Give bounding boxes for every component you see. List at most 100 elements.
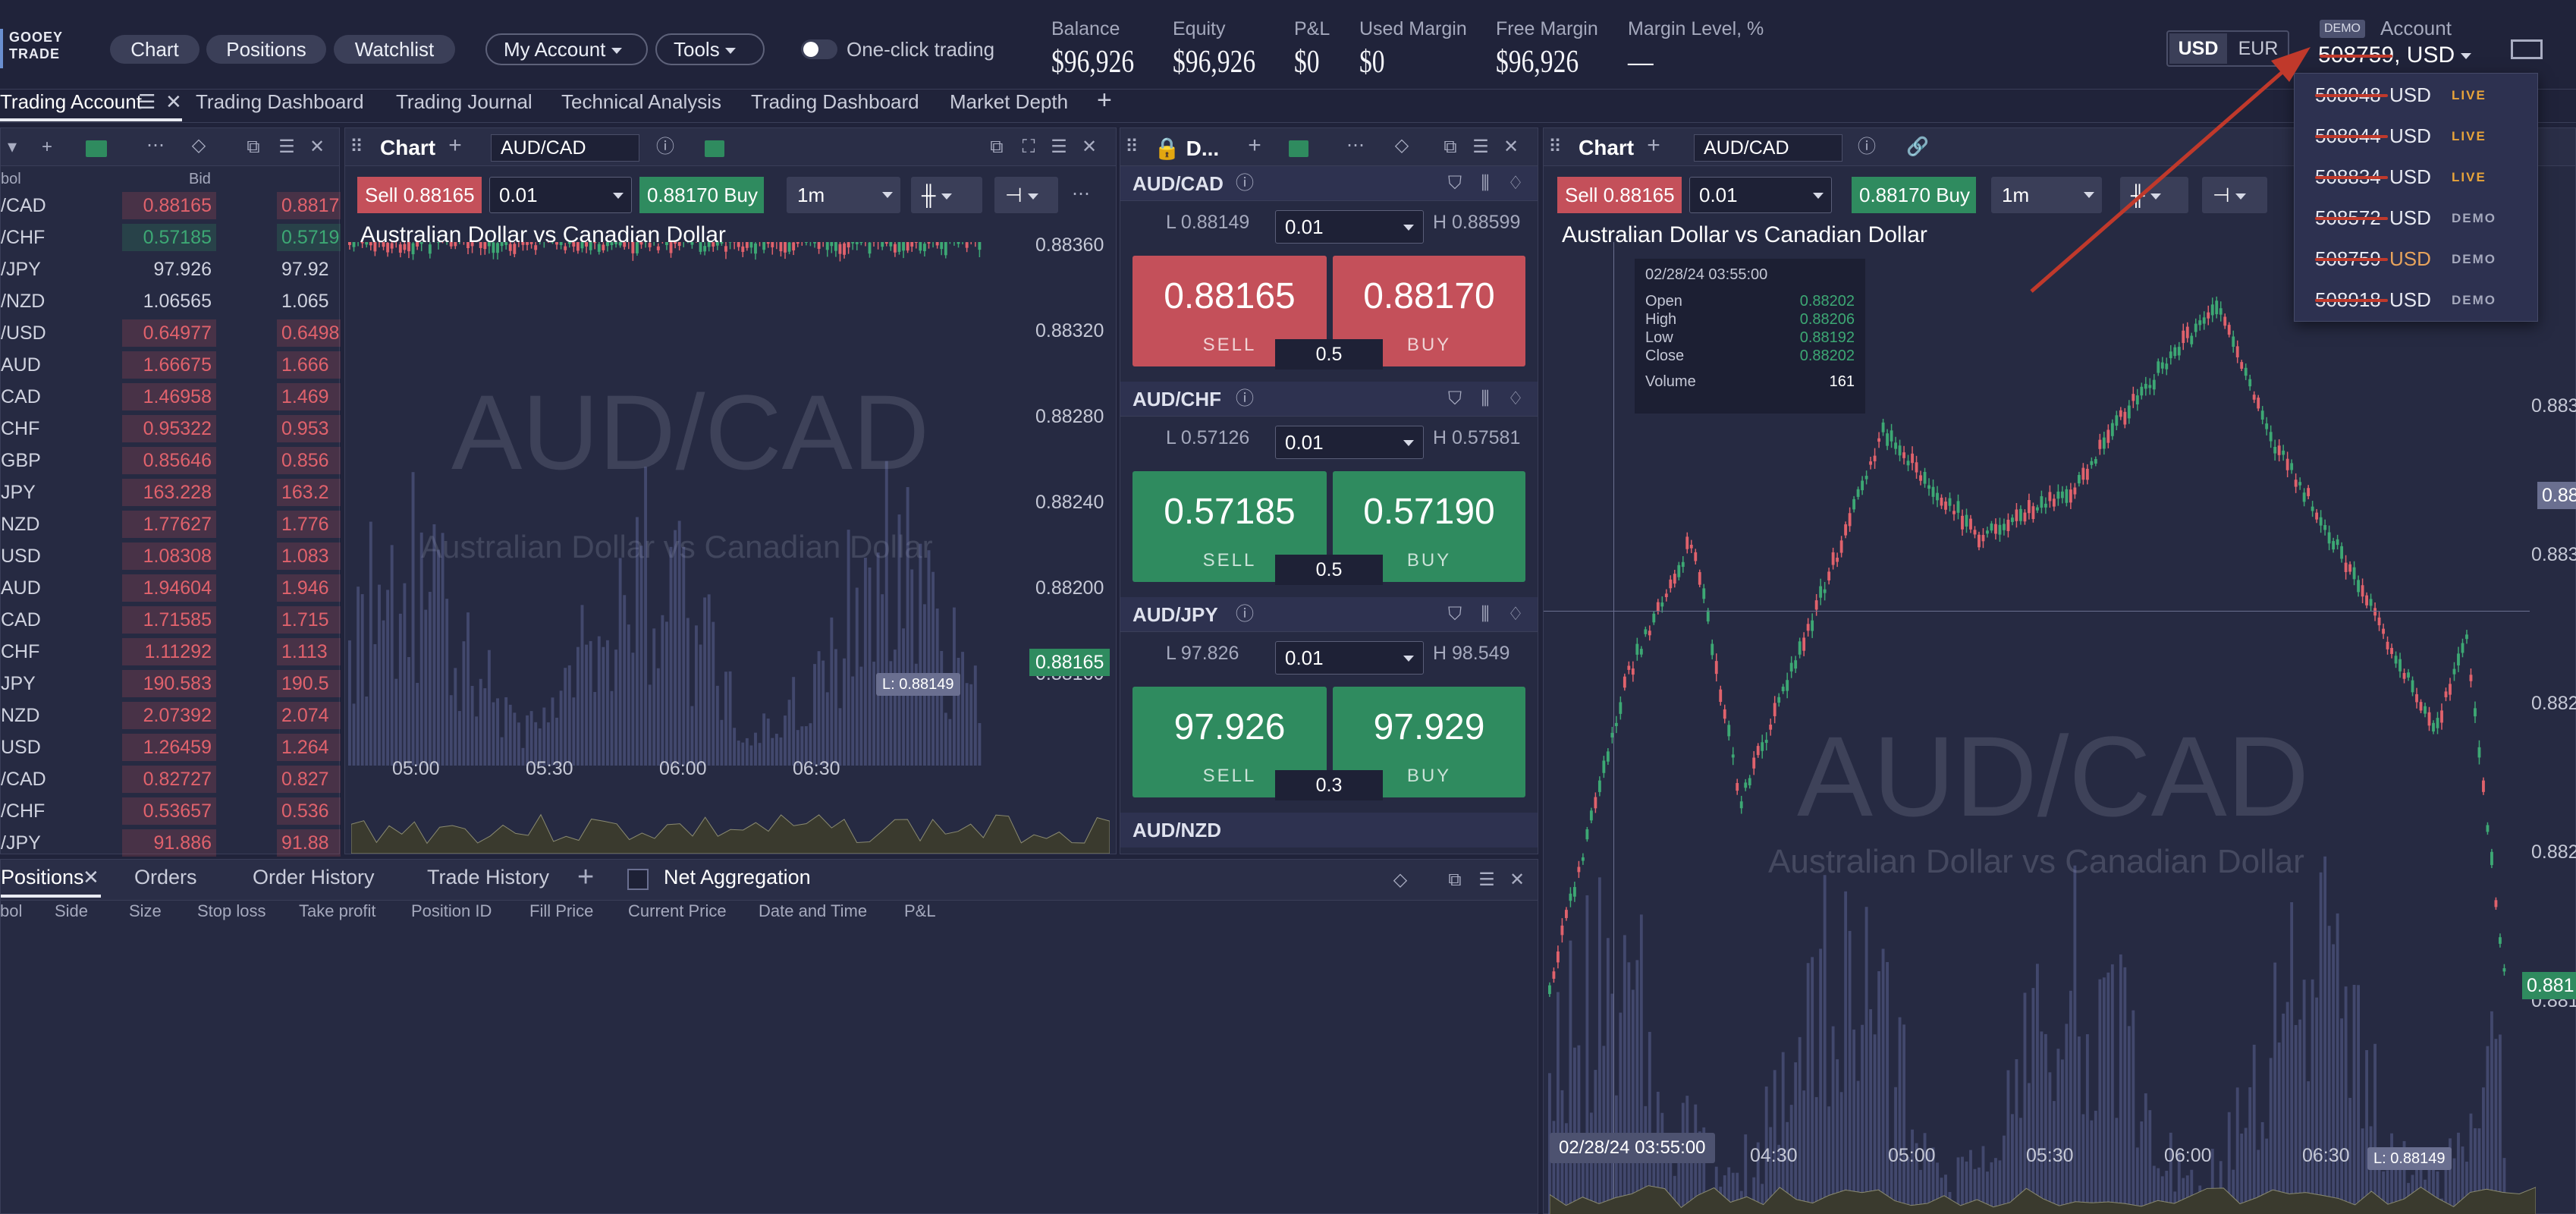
popout-icon[interactable]: ⧉: [1447, 871, 1463, 889]
bell-icon[interactable]: ♢: [1507, 605, 1524, 624]
close-icon[interactable]: ✕: [1509, 871, 1525, 889]
watchlist-symbol[interactable]: CAD: [1, 609, 41, 631]
watchlist-bid[interactable]: 1.46958: [122, 383, 216, 410]
workspace-tab-trading-journal[interactable]: Trading Journal: [396, 90, 532, 114]
sliders-icon[interactable]: ⫼: [1477, 605, 1494, 624]
add-tab-icon[interactable]: +: [1097, 86, 1112, 115]
tab-orders[interactable]: Orders: [134, 866, 197, 889]
one-click-toggle[interactable]: [801, 39, 837, 59]
bell-icon[interactable]: ♢: [1507, 390, 1524, 408]
watchlist-symbol[interactable]: /USD: [1, 322, 46, 344]
watchlist-ask[interactable]: 0.6498: [277, 319, 341, 347]
chart-1-sell-button[interactable]: Sell 0.88165: [357, 177, 482, 213]
watchlist-ask[interactable]: 1.065: [277, 288, 341, 315]
watchlist-symbol[interactable]: /CHF: [1, 800, 45, 822]
more-icon[interactable]: ⋯: [1346, 137, 1365, 155]
watchlist-symbol[interactable]: CHF: [1, 418, 39, 440]
watchlist-bid[interactable]: 0.85646: [122, 447, 216, 474]
watchlist-bid[interactable]: 163.228: [122, 479, 216, 506]
positions-nav-button[interactable]: Positions: [206, 35, 326, 64]
chart-2-symbol-input[interactable]: AUD/CAD: [1694, 134, 1842, 162]
add-icon[interactable]: +: [39, 138, 55, 156]
workspace-tab-trading-dashboard[interactable]: Trading Dashboard: [196, 90, 364, 114]
menu-icon[interactable]: ☰: [1051, 138, 1067, 156]
link-color-icon[interactable]: [86, 140, 107, 157]
watchlist-ask[interactable]: 1.469: [277, 383, 341, 410]
shield-icon[interactable]: ⛉: [1447, 175, 1463, 193]
workspace-tab-market-depth[interactable]: Market Depth: [950, 90, 1068, 114]
watchlist-symbol[interactable]: NZD: [1, 705, 39, 727]
watchlist-symbol[interactable]: JPY: [1, 482, 36, 504]
layout-icon[interactable]: [2511, 39, 2543, 59]
close-icon[interactable]: ✕: [309, 138, 325, 156]
menu-icon[interactable]: ☰: [1472, 138, 1489, 156]
link-icon[interactable]: 🔗: [1906, 138, 1929, 156]
watchlist-ask[interactable]: 1.083: [277, 543, 341, 570]
watchlist-symbol[interactable]: /CAD: [1, 195, 46, 217]
shield-icon[interactable]: ⛉: [1447, 390, 1463, 408]
watchlist-bid[interactable]: 1.77627: [122, 511, 216, 538]
info-icon[interactable]: ⓘ: [1236, 175, 1254, 193]
watchlist-bid[interactable]: 1.11292: [122, 638, 216, 665]
indicators-button[interactable]: ⊣: [2202, 177, 2267, 213]
watchlist-ask[interactable]: 0.953: [277, 415, 341, 442]
chart-2-quantity-dropdown[interactable]: 0.01: [1689, 177, 1832, 213]
watchlist-ask[interactable]: 163.2: [277, 479, 341, 506]
watchlist-symbol[interactable]: GBP: [1, 450, 41, 472]
info-icon[interactable]: ⓘ: [1236, 605, 1254, 624]
dom-quantity-dropdown[interactable]: 0.01: [1275, 426, 1424, 459]
add-icon[interactable]: +: [1246, 134, 1263, 157]
add-icon[interactable]: +: [1645, 134, 1662, 157]
split-icon[interactable]: ◇: [190, 137, 207, 155]
drag-handle-icon[interactable]: ⠿: [1123, 138, 1140, 156]
popout-icon[interactable]: ⧉: [988, 138, 1005, 156]
sliders-icon[interactable]: ⫼: [1477, 390, 1494, 408]
shield-icon[interactable]: ⛉: [1447, 605, 1463, 624]
more-icon[interactable]: ⋯: [1072, 185, 1090, 203]
watchlist-ask[interactable]: 0.536: [277, 797, 341, 825]
close-icon[interactable]: ✕: [1081, 138, 1098, 156]
watchlist-symbol[interactable]: USD: [1, 546, 41, 568]
watchlist-ask[interactable]: 190.5: [277, 670, 341, 697]
net-aggregation-checkbox[interactable]: [627, 869, 649, 890]
close-tab-icon[interactable]: ✕: [83, 866, 99, 889]
watchlist-ask[interactable]: 97.92: [277, 256, 341, 283]
watchlist-bid[interactable]: 1.06565: [122, 288, 216, 315]
sliders-icon[interactable]: ⫼: [1477, 175, 1494, 193]
watchlist-symbol[interactable]: /JPY: [1, 259, 41, 281]
indicators-button[interactable]: ⊣: [994, 177, 1058, 213]
add-tab-icon[interactable]: +: [577, 861, 594, 894]
watchlist-bid[interactable]: 1.08308: [122, 543, 216, 570]
workspace-tab-trading-dashboard-2[interactable]: Trading Dashboard: [751, 90, 919, 114]
watchlist-ask[interactable]: 1.264: [277, 734, 341, 761]
chart-2-buy-button[interactable]: 0.88170 Buy: [1852, 177, 1976, 213]
menu-icon[interactable]: ☰: [138, 90, 156, 114]
close-tab-icon[interactable]: ✕: [165, 90, 182, 114]
chart-1-symbol-input[interactable]: AUD/CAD: [491, 134, 639, 162]
watchlist-ask[interactable]: 1.776: [277, 511, 341, 538]
chart-1-buy-button[interactable]: 0.88170 Buy: [639, 177, 764, 213]
usd-currency-button[interactable]: USD: [2169, 33, 2227, 64]
more-icon[interactable]: ⋯: [146, 137, 165, 155]
watchlist-ask[interactable]: 91.88: [277, 829, 341, 857]
watchlist-symbol[interactable]: /CHF: [1, 227, 45, 249]
watchlist-ask[interactable]: 0.856: [277, 447, 341, 474]
link-color-icon[interactable]: [1289, 140, 1308, 157]
menu-icon[interactable]: ☰: [1478, 871, 1495, 889]
watchlist-ask[interactable]: 2.074: [277, 702, 341, 729]
watchlist-symbol[interactable]: CAD: [1, 386, 41, 408]
watchlist-symbol[interactable]: /JPY: [1, 832, 41, 854]
watchlist-symbol[interactable]: NZD: [1, 514, 39, 536]
app-logo[interactable]: GOOEY TRADE: [0, 29, 76, 68]
tab-order-history[interactable]: Order History: [253, 866, 375, 889]
watchlist-ask[interactable]: 1.113: [277, 638, 341, 665]
chart-nav-button[interactable]: Chart: [110, 35, 199, 64]
fullscreen-icon[interactable]: ⛶: [1020, 138, 1037, 156]
watchlist-symbol[interactable]: JPY: [1, 673, 36, 695]
watchlist-symbol[interactable]: AUD: [1, 577, 41, 599]
watchlist-bid[interactable]: 91.886: [122, 829, 216, 857]
chart-1-quantity-dropdown[interactable]: 0.01: [489, 177, 632, 213]
link-color-icon[interactable]: [705, 140, 724, 157]
bell-icon[interactable]: ♢: [1507, 175, 1524, 193]
chart-1-timeframe-dropdown[interactable]: 1m: [787, 177, 900, 213]
